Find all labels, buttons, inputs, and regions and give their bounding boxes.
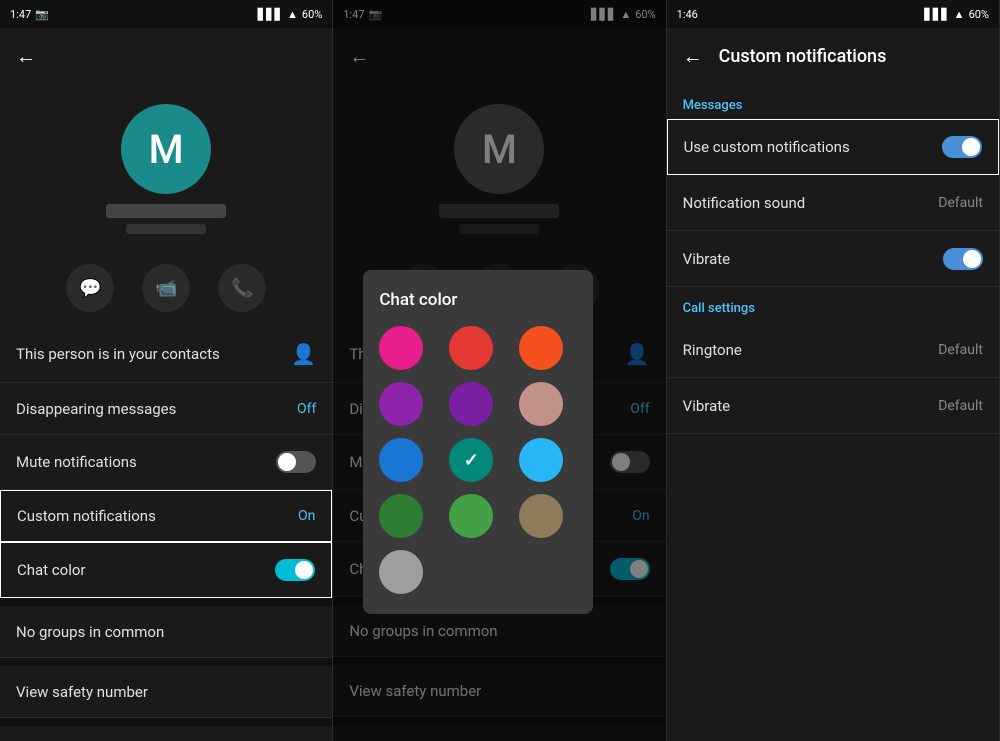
wifi-icon-3: ▲ bbox=[954, 8, 965, 21]
color-blue[interactable] bbox=[379, 438, 423, 482]
call-button-1[interactable]: 📞 bbox=[218, 264, 266, 312]
header-3: ← Custom notifications bbox=[667, 28, 999, 84]
custom-notif-value: On bbox=[298, 508, 315, 524]
custom-notif-label: Custom notifications bbox=[17, 507, 156, 525]
signal-icon-3: ▋▋▋ bbox=[924, 8, 949, 21]
color-brown[interactable] bbox=[519, 494, 563, 538]
custom-notif-item[interactable]: Custom notifications On bbox=[0, 490, 332, 542]
color-green[interactable] bbox=[449, 494, 493, 538]
name-bar-1 bbox=[106, 204, 226, 218]
battery-1: 60% bbox=[302, 8, 322, 21]
avatar-1: M bbox=[121, 104, 211, 194]
color-grey[interactable] bbox=[379, 550, 423, 594]
contacts-item[interactable]: This person is in your contacts 👤 bbox=[0, 326, 332, 383]
chat-color-toggle[interactable] bbox=[275, 559, 315, 581]
mute-toggle[interactable] bbox=[276, 451, 316, 473]
panel-chat-color: 1:47 📷 ▋▋▋ ▲ 60% ← M 💬 📹 📞 This perso...… bbox=[333, 0, 666, 741]
vibrate-item-1[interactable]: Vibrate bbox=[667, 231, 999, 287]
disappearing-item[interactable]: Disappearing messages Off bbox=[0, 383, 332, 435]
status-bar-3: 1:46 ▋▋▋ ▲ 60% bbox=[667, 0, 999, 28]
time-3: 1:46 bbox=[677, 8, 698, 21]
action-row-1: 💬 📹 📞 bbox=[0, 250, 332, 326]
back-button-3[interactable]: ← bbox=[683, 44, 703, 69]
header-1: ← bbox=[0, 28, 332, 84]
divider-3 bbox=[0, 718, 332, 726]
color-purple[interactable] bbox=[449, 382, 493, 426]
color-rose[interactable] bbox=[519, 382, 563, 426]
chat-button-1[interactable]: 💬 bbox=[66, 264, 114, 312]
use-custom-notif-item[interactable]: Use custom notifications bbox=[667, 119, 999, 175]
vibrate-item-2[interactable]: Vibrate Default bbox=[667, 378, 999, 434]
chat-color-popup: Chat color bbox=[363, 270, 593, 614]
battery-3: 60% bbox=[969, 8, 989, 21]
color-purple-dark[interactable] bbox=[379, 382, 423, 426]
status-bar-small-1 bbox=[126, 224, 206, 234]
divider-1 bbox=[0, 598, 332, 606]
status-time-1: 1:47 📷 bbox=[10, 8, 49, 21]
notif-sound-value: Default bbox=[938, 195, 983, 211]
disappearing-label: Disappearing messages bbox=[16, 400, 176, 418]
divider-2 bbox=[0, 658, 332, 666]
block-item[interactable]: Block bbox=[0, 726, 332, 741]
vibrate-value-2: Default bbox=[938, 398, 983, 414]
page-title-3: Custom notifications bbox=[719, 46, 887, 67]
use-custom-notif-label: Use custom notifications bbox=[684, 138, 850, 156]
section-messages-label: Messages bbox=[667, 84, 999, 119]
safety-number-item[interactable]: View safety number bbox=[0, 666, 332, 718]
safety-number-label: View safety number bbox=[16, 683, 148, 701]
mute-item[interactable]: Mute notifications bbox=[0, 435, 332, 490]
contacts-label: This person is in your contacts bbox=[16, 345, 220, 363]
color-pink[interactable] bbox=[379, 326, 423, 370]
signal-icon-1: ▋▋▋ bbox=[258, 8, 283, 21]
panel-contact-info: 1:47 📷 ▋▋▋ ▲ 60% ← M 💬 📹 📞 This person i… bbox=[0, 0, 333, 741]
ringtone-value: Default bbox=[938, 342, 983, 358]
color-lightblue[interactable] bbox=[519, 438, 563, 482]
settings-list-1: This person is in your contacts 👤 Disapp… bbox=[0, 326, 332, 741]
notif-sound-label: Notification sound bbox=[683, 194, 806, 212]
panel-custom-notifications: 1:46 ▋▋▋ ▲ 60% ← Custom notifications Me… bbox=[667, 0, 1000, 741]
color-red[interactable] bbox=[449, 326, 493, 370]
notif-sound-item[interactable]: Notification sound Default bbox=[667, 175, 999, 231]
vibrate-toggle-1[interactable] bbox=[943, 248, 983, 270]
no-groups-label: No groups in common bbox=[16, 623, 164, 641]
status-icons-1: ▋▋▋ ▲ 60% bbox=[258, 8, 323, 21]
no-groups-item: No groups in common bbox=[0, 606, 332, 658]
chat-color-item[interactable]: Chat color bbox=[0, 542, 332, 598]
ringtone-label: Ringtone bbox=[683, 341, 742, 359]
time-1: 1:47 bbox=[10, 8, 31, 21]
mute-label: Mute notifications bbox=[16, 453, 137, 471]
section-call-label: Call settings bbox=[667, 287, 999, 322]
back-button-1[interactable]: ← bbox=[16, 44, 36, 69]
chat-color-dialog-title: Chat color bbox=[379, 290, 577, 310]
disappearing-value: Off bbox=[297, 401, 316, 417]
color-green-dark[interactable] bbox=[379, 494, 423, 538]
vibrate-label-1: Vibrate bbox=[683, 250, 730, 268]
video-button-1[interactable]: 📹 bbox=[142, 264, 190, 312]
status-bar-1: 1:47 📷 ▋▋▋ ▲ 60% bbox=[0, 0, 332, 28]
camera-icon-1: 📷 bbox=[35, 8, 49, 21]
color-grid bbox=[379, 326, 577, 594]
ringtone-item[interactable]: Ringtone Default bbox=[667, 322, 999, 378]
color-orange[interactable] bbox=[519, 326, 563, 370]
avatar-section-1: M bbox=[0, 84, 332, 250]
use-custom-notif-toggle[interactable] bbox=[942, 136, 982, 158]
wifi-icon-1: ▲ bbox=[287, 8, 298, 21]
contacts-icon: 👤 bbox=[291, 342, 316, 366]
color-teal[interactable] bbox=[449, 438, 493, 482]
vibrate-label-2: Vibrate bbox=[683, 397, 730, 415]
chat-color-label: Chat color bbox=[17, 561, 86, 579]
